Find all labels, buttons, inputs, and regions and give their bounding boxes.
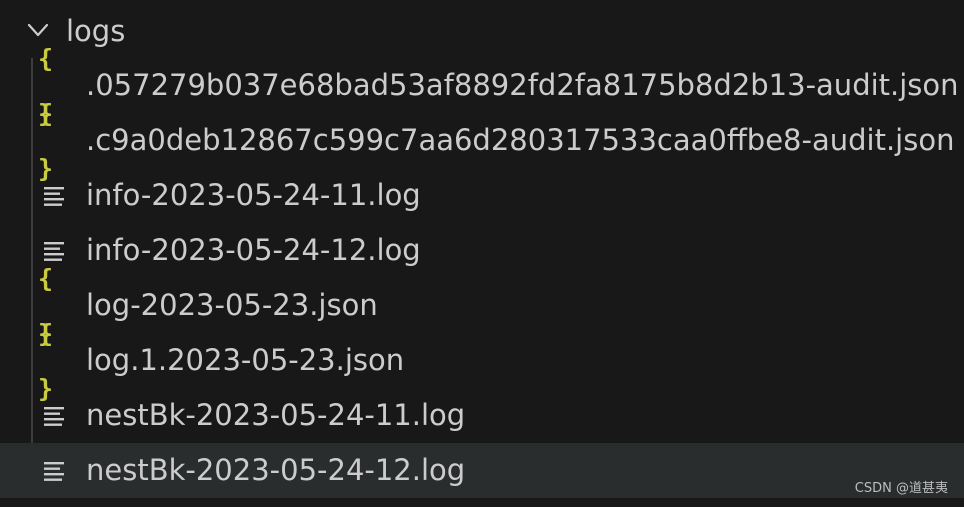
file-name: info-2023-05-24-12.log [86,233,421,267]
file-name: .c9a0deb12867c599c7aa6d280317533caa0ffbe… [86,123,955,157]
file-row[interactable]: { } log-2023-05-23.json [0,264,964,348]
file-row[interactable]: info-2023-05-24-12.log [0,223,964,278]
file-row[interactable]: { } log.1.2023-05-23.json [0,318,964,403]
text-lines-icon [38,168,70,223]
file-name: .057279b037e68bad53af8892fd2fa8175b8d2b1… [86,68,959,102]
file-row-selected[interactable]: nestBk-2023-05-24-12.log [0,443,964,498]
text-lines-icon [38,388,70,443]
file-explorer-tree: logs { } .057279b037e68bad53af8892fd2fa8… [0,0,964,498]
file-row[interactable]: info-2023-05-24-11.log [0,168,964,223]
text-lines-icon [38,443,70,498]
file-name: nestBk-2023-05-24-11.log [86,398,466,432]
json-braces-icon: { } [38,318,56,403]
file-name: info-2023-05-24-11.log [86,178,421,212]
folder-label: logs [66,14,126,48]
file-row[interactable]: { } .c9a0deb12867c599c7aa6d280317533caa0… [0,98,964,183]
file-name: log-2023-05-23.json [86,288,378,322]
file-list: { } .057279b037e68bad53af8892fd2fa8175b8… [0,44,964,498]
folder-row-logs[interactable]: logs [0,5,964,57]
file-name: nestBk-2023-05-24-12.log [86,453,466,487]
json-braces-icon: { } [38,98,56,183]
watermark: CSDN @道甚夷 [854,481,948,496]
file-name: log.1.2023-05-23.json [86,343,405,377]
file-row[interactable]: { } .057279b037e68bad53af8892fd2fa8175b8… [0,44,964,128]
file-row[interactable]: nestBk-2023-05-24-11.log [0,388,964,443]
